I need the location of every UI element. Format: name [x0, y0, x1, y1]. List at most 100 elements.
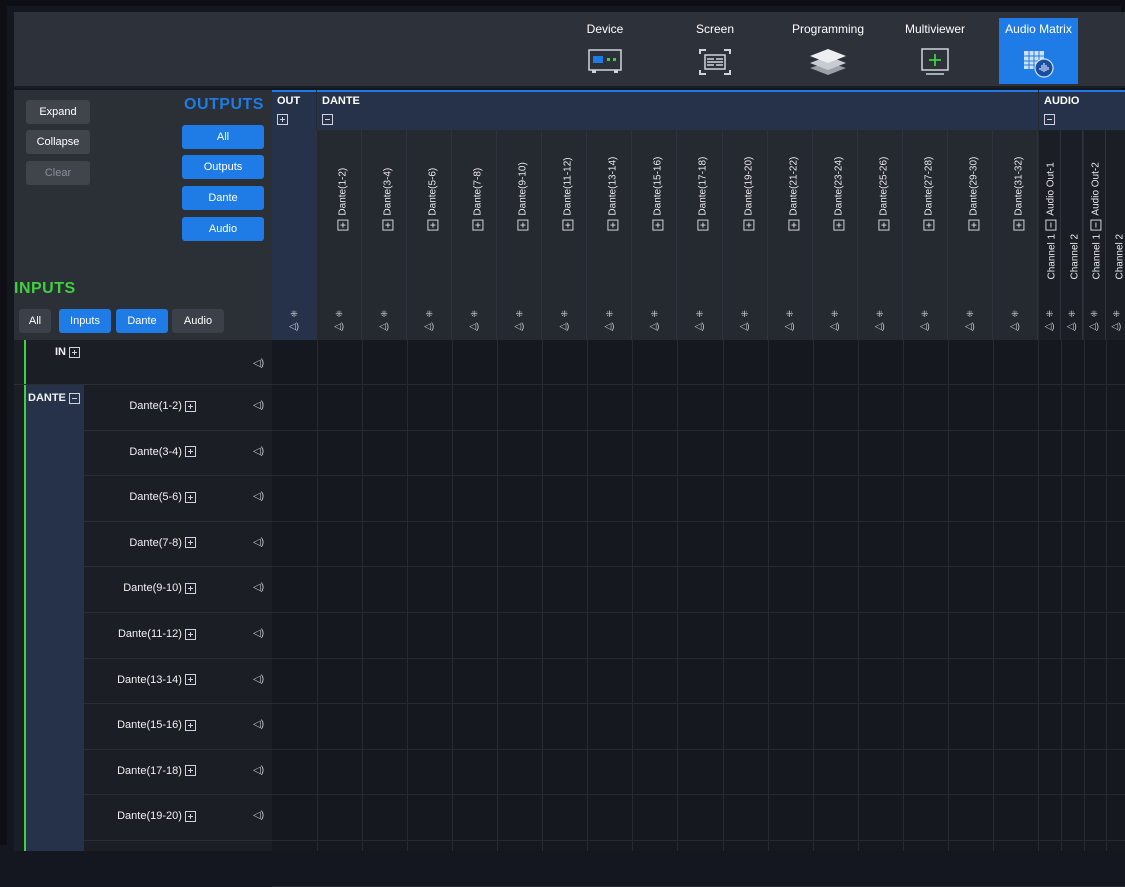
- output-column-icons[interactable]: ⁜ ◁): [587, 308, 631, 332]
- grid-row-line: [272, 885, 1125, 887]
- dante-output-column: Dante(25-26) ⁜ ◁): [858, 130, 903, 340]
- output-column-icons[interactable]: ⁜ ◁): [317, 308, 361, 332]
- outputs-filter-dante[interactable]: Dante: [182, 186, 264, 210]
- input-volume-icon[interactable]: ◁): [253, 446, 264, 457]
- audio-channel-column: Channel 2 ⁜ ◁): [1105, 130, 1125, 340]
- expand-input-icon[interactable]: [185, 491, 196, 503]
- expand-output-icon[interactable]: [788, 219, 800, 231]
- expand-input-icon[interactable]: [185, 446, 196, 458]
- grid-row-line: [272, 520, 1125, 522]
- output-column-icons[interactable]: ⁜ ◁): [948, 308, 992, 332]
- output-column-icons[interactable]: ⁜ ◁): [452, 308, 496, 332]
- expand-output-icon[interactable]: [652, 219, 664, 231]
- expand-output-icon[interactable]: [562, 219, 574, 231]
- dante-input-label: Dante(13-14): [117, 674, 196, 686]
- outputs-filter-audio[interactable]: Audio: [182, 217, 264, 241]
- input-volume-icon[interactable]: ◁): [253, 582, 264, 593]
- output-column-icons[interactable]: ⁜ ◁): [362, 308, 406, 332]
- nav-screen[interactable]: Screen: [682, 18, 748, 84]
- nav-audio-matrix[interactable]: Audio Matrix: [999, 18, 1078, 84]
- nav-programming[interactable]: Programming: [782, 18, 874, 84]
- grid-column-line: [632, 340, 634, 851]
- output-column-icons[interactable]: ⁜ ◁): [1106, 308, 1125, 332]
- inputs-filter-all[interactable]: All: [19, 309, 51, 333]
- expand-input-icon[interactable]: [185, 765, 196, 777]
- expand-output-icon[interactable]: [1013, 219, 1025, 231]
- expand-in-icon[interactable]: [69, 346, 81, 358]
- grid-column-line: [722, 340, 724, 851]
- collapse-audio-output-icon[interactable]: [1045, 219, 1057, 231]
- expand-output-icon[interactable]: [427, 219, 439, 231]
- expand-button[interactable]: Expand: [26, 100, 90, 124]
- expand-input-icon[interactable]: [185, 628, 196, 640]
- inputs-filter-dante[interactable]: Dante: [116, 309, 168, 333]
- input-volume-icon[interactable]: ◁): [253, 674, 264, 685]
- expand-out-icon[interactable]: [277, 114, 288, 125]
- output-column-icons[interactable]: ⁜ ◁): [1061, 308, 1082, 332]
- in-volume-icon[interactable]: ◁): [253, 358, 264, 369]
- output-column-icons[interactable]: ⁜ ◁): [542, 308, 586, 332]
- input-volume-icon[interactable]: ◁): [253, 400, 264, 411]
- expand-output-icon[interactable]: [742, 219, 754, 231]
- outputs-filter-outputs[interactable]: Outputs: [182, 155, 264, 179]
- input-volume-icon[interactable]: ◁): [253, 810, 264, 821]
- expand-input-icon[interactable]: [185, 400, 196, 412]
- dante-output-label: Dante(11-12): [562, 157, 574, 216]
- output-column-icons[interactable]: ⁜ ◁): [632, 308, 676, 332]
- expand-input-icon[interactable]: [185, 719, 196, 731]
- output-column-icons[interactable]: ⁜ ◁): [858, 308, 902, 332]
- output-column-icons[interactable]: ⁜ ◁): [813, 308, 857, 332]
- output-column-icons[interactable]: ⁜ ◁): [407, 308, 451, 332]
- dante-input-row: Dante(17-18) ◁): [84, 750, 272, 796]
- expand-output-icon[interactable]: [878, 219, 890, 231]
- output-column-icons[interactable]: ⁜ ◁): [497, 308, 541, 332]
- expand-output-icon[interactable]: [697, 219, 709, 231]
- nav-multiviewer[interactable]: Multiviewer: [894, 18, 976, 84]
- grid-column-line: [1061, 340, 1063, 851]
- collapse-dante-outputs-icon[interactable]: [322, 114, 333, 125]
- output-column-icons[interactable]: ⁜ ◁): [677, 308, 721, 332]
- expand-output-icon[interactable]: [968, 219, 980, 231]
- nav-audio-matrix-label: Audio Matrix: [1005, 22, 1072, 36]
- input-volume-icon[interactable]: ◁): [253, 719, 264, 730]
- clear-button[interactable]: Clear: [26, 161, 90, 185]
- expand-input-icon[interactable]: [185, 810, 196, 822]
- expand-output-icon[interactable]: [337, 219, 349, 231]
- nav-device[interactable]: Device: [572, 18, 638, 84]
- expand-output-icon[interactable]: [472, 219, 484, 231]
- expand-output-icon[interactable]: [382, 219, 394, 231]
- grid-row-line: [272, 429, 1125, 431]
- expand-input-icon[interactable]: [185, 674, 196, 686]
- expand-output-icon[interactable]: [833, 219, 845, 231]
- collapse-audio-output-icon[interactable]: [1089, 219, 1101, 231]
- expand-output-icon[interactable]: [607, 219, 619, 231]
- dante-output-column: Dante(13-14) ⁜ ◁): [587, 130, 633, 340]
- output-column-icons[interactable]: ⁜ ◁): [723, 308, 767, 332]
- collapse-dante-inputs-icon[interactable]: [68, 392, 80, 404]
- dante-output-label: Dante(1-2): [337, 167, 349, 216]
- input-volume-icon[interactable]: ◁): [253, 537, 264, 548]
- grid-row-line: [272, 612, 1125, 613]
- expand-input-icon[interactable]: [185, 537, 196, 549]
- expand-input-icon[interactable]: [185, 582, 196, 594]
- input-volume-icon[interactable]: ◁): [253, 765, 264, 776]
- output-column-icons[interactable]: ⁜ ◁): [903, 308, 947, 332]
- output-column-icons[interactable]: ⁜ ◁): [1084, 308, 1105, 332]
- expand-output-icon[interactable]: [923, 219, 935, 231]
- output-column-icons[interactable]: ⁜ ◁): [768, 308, 812, 332]
- crosspoint-grid[interactable]: [272, 340, 1125, 887]
- output-column-icons[interactable]: ⁜ ◁): [1039, 308, 1060, 332]
- audio-channel-label: Channel 2: [1069, 233, 1081, 280]
- outputs-filter-all[interactable]: All: [182, 125, 264, 149]
- collapse-audio-outputs-icon[interactable]: [1044, 114, 1055, 125]
- input-volume-icon[interactable]: ◁): [253, 491, 264, 502]
- grid-row-line: [272, 384, 1125, 385]
- inputs-filter-audio[interactable]: Audio: [172, 309, 224, 333]
- collapse-button[interactable]: Collapse: [26, 130, 90, 154]
- inputs-filter-inputs[interactable]: Inputs: [59, 309, 111, 333]
- expand-output-icon[interactable]: [517, 219, 529, 231]
- input-volume-icon[interactable]: ◁): [253, 628, 264, 639]
- dante-input-label: Dante(19-20): [117, 810, 196, 822]
- output-column-icons[interactable]: ⁜ ◁): [993, 308, 1037, 332]
- grid-column-line: [1083, 340, 1085, 851]
